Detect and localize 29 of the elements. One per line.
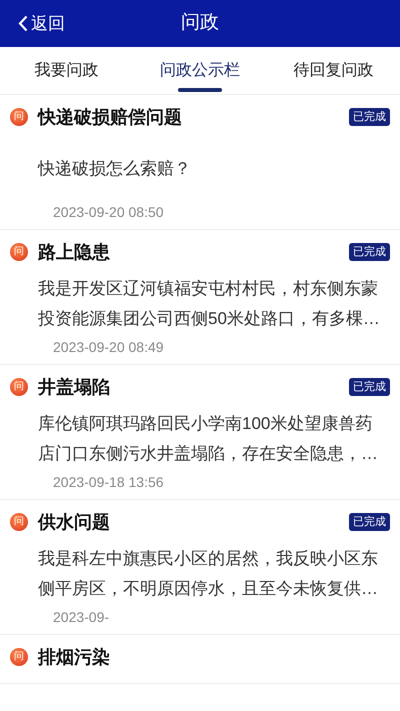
- status-badge: 已完成: [349, 378, 390, 396]
- item-description: 我是科左中旗惠民小区的居然，我反映小区东 侧平房区，不明原因停水，且至今未恢复供…: [38, 548, 378, 600]
- item-description: 库伦镇阿琪玛路回民小学南100米处望康兽药 店门口东侧污水井盖塌陷，存在安全隐患，…: [38, 413, 378, 465]
- tab-indicator: [178, 88, 222, 92]
- question-icon: 问: [10, 243, 28, 261]
- page-title: 问政: [181, 11, 219, 36]
- tab[interactable]: 待回复问政: [266, 47, 400, 94]
- question-icon: 问: [10, 648, 28, 666]
- status-badge: 已完成: [349, 108, 390, 126]
- question-icon: 问: [10, 108, 28, 126]
- timestamp: 2023-09-: [53, 608, 110, 626]
- tab[interactable]: 我要问政: [0, 47, 134, 94]
- question-icon: 问: [10, 378, 28, 396]
- item-title: 供水问题: [38, 510, 111, 534]
- status-badge: 已完成: [349, 512, 390, 532]
- item-description: 我是开发区辽河镇福安屯村村民，村东侧东蒙 投资能源集团公司西侧50米处路口，有多棵…: [38, 278, 380, 330]
- status-badge: 已完成: [349, 242, 390, 262]
- timestamp: 2023-09-18 13:56: [53, 472, 164, 492]
- tab[interactable]: 问政公示栏: [133, 47, 267, 94]
- timestamp: 2023-09-20 08:50: [53, 202, 164, 222]
- item-title: 排烟污染: [38, 646, 111, 668]
- item-title: 路上隐患: [38, 240, 111, 264]
- question-icon: 问: [10, 513, 28, 531]
- item-title: 井盖塌陷: [38, 376, 111, 398]
- back-button[interactable]: 返回: [18, 0, 65, 47]
- timestamp: 2023-09-20 08:49: [53, 338, 164, 356]
- item-title: 快递破损赔偿问题: [38, 106, 183, 128]
- back-chevron-icon: [18, 15, 28, 32]
- item-description: 快递破损怎么索赔？: [38, 158, 191, 180]
